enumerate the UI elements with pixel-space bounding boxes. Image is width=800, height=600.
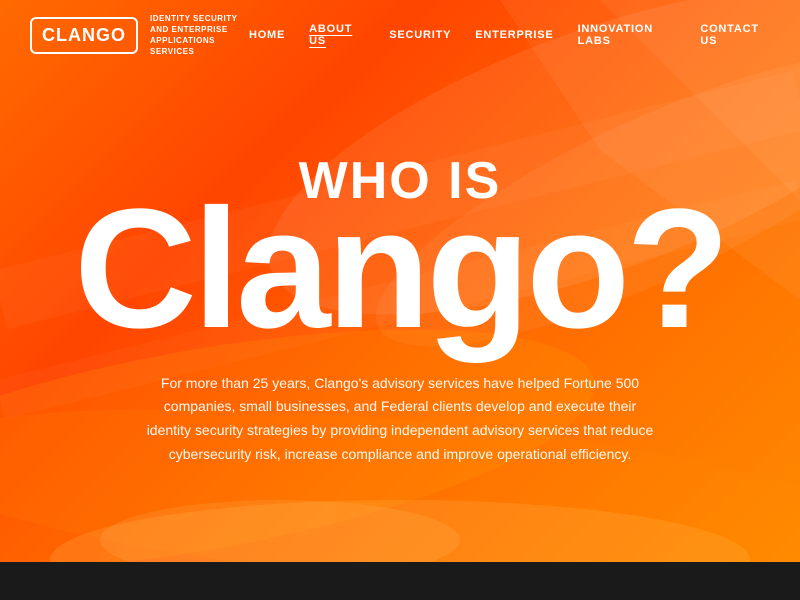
logo-text: CLANGO <box>42 25 126 45</box>
nav-item-enterprise[interactable]: ENTERPRISE <box>475 29 553 41</box>
logo[interactable]: CLANGO <box>30 17 138 54</box>
header: CLANGO IDENTITY SECURITY AND ENTERPRISE … <box>0 0 800 70</box>
hero-description: For more than 25 years, Clango's advisor… <box>140 372 660 467</box>
main-nav: HOME ABOUT US SECURITY ENTERPRISE INNOVATION… <box>249 23 770 47</box>
nav-item-contact-us[interactable]: CONTACT US <box>700 23 770 47</box>
nav-item-about-us[interactable]: ABOUT US <box>309 23 365 47</box>
nav-item-innovation-labs[interactable]: INNOVATION LABS <box>578 23 677 47</box>
nav-item-security[interactable]: SECURITY <box>389 29 451 41</box>
tagline-line2: AND ENTERPRISE <box>150 24 249 35</box>
tagline-line1: IDENTITY SECURITY <box>150 13 249 24</box>
tagline-line3: APPLICATIONS SERVICES <box>150 35 249 57</box>
logo-tagline: IDENTITY SECURITY AND ENTERPRISE APPLICA… <box>150 13 249 58</box>
logo-area: CLANGO IDENTITY SECURITY AND ENTERPRISE … <box>30 13 249 58</box>
nav-item-home[interactable]: HOME <box>249 29 285 41</box>
footer-bar <box>0 562 800 600</box>
brand-name: Clango? <box>74 197 726 342</box>
hero-section: WHO IS Clango? For more than 25 years, C… <box>0 60 800 562</box>
page-wrapper: CLANGO IDENTITY SECURITY AND ENTERPRISE … <box>0 0 800 600</box>
